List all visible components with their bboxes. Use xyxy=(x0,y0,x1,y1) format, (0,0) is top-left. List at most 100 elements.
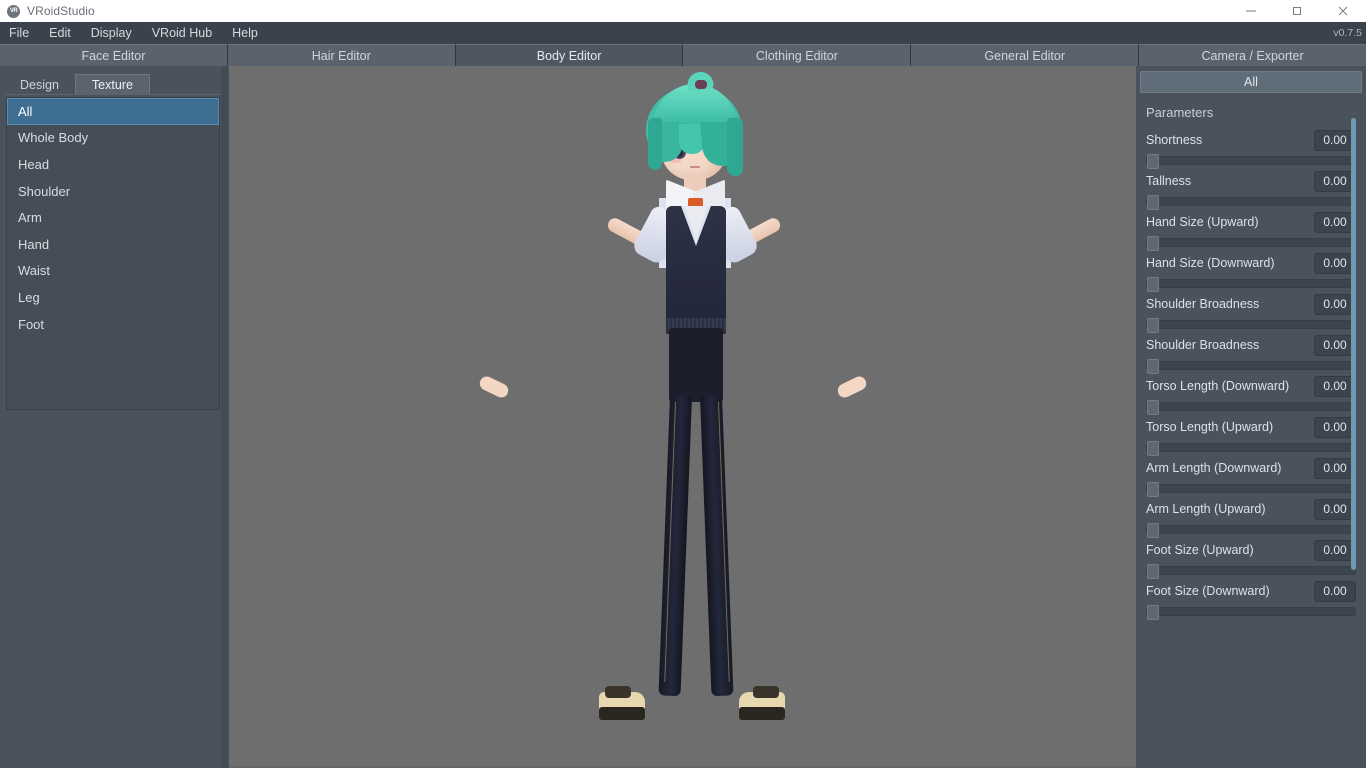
sub-tab-texture[interactable]: Texture xyxy=(74,74,150,95)
list-item-foot[interactable]: Foot xyxy=(7,311,219,338)
right-panel-scrollbar-thumb[interactable] xyxy=(1351,118,1356,570)
hair-clip xyxy=(695,80,707,89)
menu-item-file[interactable]: File xyxy=(0,22,39,44)
param-label: Hand Size (Upward) xyxy=(1146,215,1259,229)
param-value[interactable]: 0.00 xyxy=(1314,498,1356,520)
param-label: Hand Size (Downward) xyxy=(1146,256,1275,270)
param-label: Torso Length (Downward) xyxy=(1146,379,1290,393)
app-window: VR VRoidStudio File Edit Display VRoid H… xyxy=(0,0,1366,768)
hair-side-left xyxy=(648,118,662,170)
param-row-tallness: Tallness 0.00 xyxy=(1136,170,1366,210)
param-row-torso-length-upward: Torso Length (Upward) 0.00 xyxy=(1136,416,1366,456)
left-panel-empty-area xyxy=(0,418,227,768)
hand-right xyxy=(835,374,869,400)
param-slider[interactable] xyxy=(1146,236,1356,251)
slider-thumb[interactable] xyxy=(1147,605,1159,620)
param-value[interactable]: 0.00 xyxy=(1314,170,1356,192)
param-row-foot-size-upward: Foot Size (Upward) 0.00 xyxy=(1136,539,1366,579)
tab-hair-editor[interactable]: Hair Editor xyxy=(227,44,456,66)
param-slider[interactable] xyxy=(1146,441,1356,456)
param-row-arm-length-downward: Arm Length (Downward) 0.00 xyxy=(1136,457,1366,497)
maximize-icon[interactable] xyxy=(1274,0,1320,22)
slider-thumb[interactable] xyxy=(1147,318,1159,333)
sub-tab-design[interactable]: Design xyxy=(4,74,75,95)
menu-item-vroid-hub[interactable]: VRoid Hub xyxy=(142,22,222,44)
character-model xyxy=(229,66,1136,768)
left-panel: Design Texture All Whole Body Head Shoul… xyxy=(0,66,228,768)
list-item-arm[interactable]: Arm xyxy=(7,204,219,231)
body-part-list[interactable]: All Whole Body Head Shoulder Arm Hand Wa… xyxy=(6,97,220,410)
sub-tabs-divider xyxy=(4,94,222,95)
list-item-whole-body[interactable]: Whole Body xyxy=(7,125,219,152)
minimize-icon[interactable] xyxy=(1228,0,1274,22)
param-value[interactable]: 0.00 xyxy=(1314,539,1356,561)
param-slider[interactable] xyxy=(1146,400,1356,415)
param-label: Arm Length (Downward) xyxy=(1146,461,1282,475)
param-label: Foot Size (Downward) xyxy=(1146,584,1270,598)
right-panel-header: All xyxy=(1140,71,1362,93)
param-slider[interactable] xyxy=(1146,318,1356,333)
leg-left xyxy=(658,395,692,697)
parameters-scroll-area[interactable]: Parameters Shortness 0.00 Tallness 0.00 … xyxy=(1136,98,1366,768)
slider-thumb[interactable] xyxy=(1147,441,1159,456)
param-value[interactable]: 0.00 xyxy=(1314,211,1356,233)
tab-face-editor[interactable]: Face Editor xyxy=(0,44,228,66)
menu-item-display[interactable]: Display xyxy=(81,22,142,44)
param-slider[interactable] xyxy=(1146,277,1356,292)
slider-thumb[interactable] xyxy=(1147,154,1159,169)
slider-thumb[interactable] xyxy=(1147,236,1159,251)
list-item-leg[interactable]: Leg xyxy=(7,284,219,311)
param-value[interactable]: 0.00 xyxy=(1314,334,1356,356)
param-row-shoulder-broadness-1: Shoulder Broadness 0.00 xyxy=(1136,293,1366,333)
param-value[interactable]: 0.00 xyxy=(1314,580,1356,602)
slider-thumb[interactable] xyxy=(1147,482,1159,497)
slider-thumb[interactable] xyxy=(1147,359,1159,374)
param-slider[interactable] xyxy=(1146,195,1356,210)
title-bar: VR VRoidStudio xyxy=(0,0,1366,22)
tab-camera-exporter[interactable]: Camera / Exporter xyxy=(1139,44,1366,66)
editor-tab-strip: Face Editor Hair Editor Body Editor Clot… xyxy=(0,44,1366,66)
parameters-section-title: Parameters xyxy=(1146,105,1214,120)
tab-clothing-editor[interactable]: Clothing Editor xyxy=(683,44,912,66)
param-slider[interactable] xyxy=(1146,154,1356,169)
close-icon[interactable] xyxy=(1320,0,1366,22)
param-value[interactable]: 0.00 xyxy=(1314,457,1356,479)
list-item-head[interactable]: Head xyxy=(7,151,219,178)
slider-thumb[interactable] xyxy=(1147,523,1159,538)
param-value[interactable]: 0.00 xyxy=(1314,252,1356,274)
right-panel: All Parameters Shortness 0.00 Tallness 0… xyxy=(1136,66,1366,768)
param-value[interactable]: 0.00 xyxy=(1314,375,1356,397)
list-item-shoulder[interactable]: Shoulder xyxy=(7,178,219,205)
list-item-waist[interactable]: Waist xyxy=(7,258,219,285)
param-row-shoulder-broadness-2: Shoulder Broadness 0.00 xyxy=(1136,334,1366,374)
window-controls xyxy=(1228,0,1366,22)
slider-thumb[interactable] xyxy=(1147,277,1159,292)
slider-thumb[interactable] xyxy=(1147,195,1159,210)
tab-body-editor[interactable]: Body Editor xyxy=(455,44,684,66)
param-slider[interactable] xyxy=(1146,523,1356,538)
param-row-hand-size-upward: Hand Size (Upward) 0.00 xyxy=(1136,211,1366,251)
param-value[interactable]: 0.00 xyxy=(1314,416,1356,438)
param-slider[interactable] xyxy=(1146,564,1356,579)
list-item-hand[interactable]: Hand xyxy=(7,231,219,258)
param-row-foot-size-downward: Foot Size (Downward) 0.00 xyxy=(1136,580,1366,620)
param-row-torso-length-downward: Torso Length (Downward) 0.00 xyxy=(1136,375,1366,415)
slider-thumb[interactable] xyxy=(1147,564,1159,579)
menu-item-edit[interactable]: Edit xyxy=(39,22,81,44)
param-value[interactable]: 0.00 xyxy=(1314,293,1356,315)
param-label: Shoulder Broadness xyxy=(1146,297,1260,311)
param-slider[interactable] xyxy=(1146,605,1356,620)
tab-general-editor[interactable]: General Editor xyxy=(911,44,1140,66)
list-item-all[interactable]: All xyxy=(7,98,219,125)
param-slider[interactable] xyxy=(1146,359,1356,374)
param-label: Foot Size (Upward) xyxy=(1146,543,1254,557)
slider-thumb[interactable] xyxy=(1147,400,1159,415)
model-viewport[interactable] xyxy=(229,66,1136,768)
param-label: Arm Length (Upward) xyxy=(1146,502,1266,516)
param-label: Tallness xyxy=(1146,174,1192,188)
param-slider[interactable] xyxy=(1146,482,1356,497)
menu-item-help[interactable]: Help xyxy=(222,22,268,44)
window-title: VRoidStudio xyxy=(27,4,95,18)
param-label: Shoulder Broadness xyxy=(1146,338,1260,352)
param-value[interactable]: 0.00 xyxy=(1314,129,1356,151)
